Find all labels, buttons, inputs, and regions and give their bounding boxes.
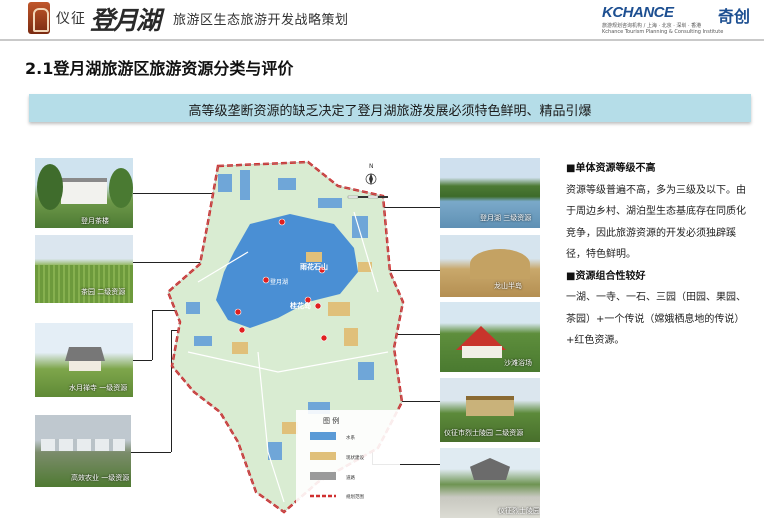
pavilion-shape xyxy=(470,458,510,480)
map-legend: 图 例 水系 现状建设 道路 规划范围 xyxy=(296,410,400,510)
legend-label: 道路 xyxy=(346,474,355,481)
compass-north-label: N xyxy=(369,163,374,170)
resource-map: N 登月湖 雨花石山 桂花岛 图 例 水系 现状建设 道路 规划范围 xyxy=(166,160,405,514)
header-title-brand: 登月湖 xyxy=(90,6,161,35)
map-label-island: 桂花岛 xyxy=(289,301,311,310)
tree-shape xyxy=(109,168,133,208)
greenhouse-shape xyxy=(41,439,125,451)
map-label-lake: 登月湖 xyxy=(270,278,288,286)
temple-roof-shape xyxy=(65,347,105,361)
company-subtitle: 旅游规划咨询机构 / 上海 · 北京 · 深圳 · 香港 xyxy=(602,23,702,29)
tree-shape xyxy=(37,164,63,210)
page-header: 仪征 登月湖 旅游区生态旅游开发战略策划 KCHANCE 奇创 旅游规划咨询机构… xyxy=(0,0,764,41)
company-name: KCHANCE xyxy=(602,4,674,21)
photo-beach-resort: 沙滩浴场 xyxy=(440,302,540,372)
photo-caption: 茶园 二级资源 xyxy=(81,288,126,296)
legend-label: 现状建设 xyxy=(346,454,364,461)
house-wall-shape xyxy=(462,346,502,358)
photo-caption: 登月茶楼 xyxy=(81,217,109,225)
photo-lake: 登月湖 三级资源 xyxy=(440,158,540,228)
analysis-heading-level: ■单体资源等级不高 xyxy=(566,163,656,174)
sand-mound-shape xyxy=(470,249,530,279)
legend-swatch-built xyxy=(310,452,336,460)
photo-caption: 高效农业 一级资源 xyxy=(71,474,130,482)
legend-title: 图 例 xyxy=(323,416,339,425)
photo-temple: 水月禅寺 一级资源 xyxy=(35,323,133,397)
section-title: 2.1登月湖旅游区旅游资源分类与评价 xyxy=(25,59,294,78)
photo-teahouse: 登月茶楼 xyxy=(35,158,133,228)
connector-line xyxy=(152,310,153,360)
analysis-paragraph-combination: 一湖、一寺、一石、三园（田园、果园、茶园）+一个传说（嫦娥栖息地的传说）+红色资… xyxy=(566,292,746,346)
summary-banner: 高等级垄断资源的缺乏决定了登月湖旅游发展必须特色鲜明、精品引爆 xyxy=(29,94,751,122)
photo-caption: 仪征烈士陵园 xyxy=(498,507,540,515)
grass-shape xyxy=(35,265,133,303)
analysis-text-panel: ■单体资源等级不高 资源等级普遍不高，多为三级及以下。由于周边乡村、湖泊型生态基… xyxy=(566,158,751,352)
header-divider xyxy=(0,39,764,41)
photo-farm: 高效农业 一级资源 xyxy=(35,415,131,487)
photo-caption: 登月湖 三级资源 xyxy=(480,214,532,222)
photo-peninsula: 龙山半岛 xyxy=(440,235,540,297)
header-title-suffix: 旅游区生态旅游开发战略策划 xyxy=(173,13,349,28)
header-title-prefix: 仪征 xyxy=(56,11,86,27)
company-name-cn: 奇创 xyxy=(718,7,751,26)
connector-line xyxy=(133,360,152,361)
project-logo-icon xyxy=(28,2,50,34)
gate-shape xyxy=(466,396,514,416)
summary-banner-text: 高等级垄断资源的缺乏决定了登月湖旅游发展必须特色鲜明、精品引爆 xyxy=(188,104,592,119)
photo-memorial: 仪征烈士陵园 xyxy=(440,448,540,518)
company-logo: KCHANCE 奇创 旅游规划咨询机构 / 上海 · 北京 · 深圳 · 香港 … xyxy=(602,4,762,36)
photo-cemetery: 仪征市烈士陵园 二级资源 xyxy=(440,378,540,442)
legend-swatch-water xyxy=(310,432,336,440)
analysis-paragraph-level: 资源等级普遍不高，多为三级及以下。由于周边乡村、湖泊型生态基底存在同质化竞争，因… xyxy=(566,184,746,261)
photo-caption: 龙山半岛 xyxy=(494,282,522,290)
legend-label: 水系 xyxy=(346,434,355,441)
legend-swatch-road xyxy=(310,472,336,480)
photo-caption: 仪征市烈士陵园 二级资源 xyxy=(444,429,524,437)
photo-tea-garden: 茶园 二级资源 xyxy=(35,235,133,303)
building-shape xyxy=(61,178,107,204)
photo-caption: 水月禅寺 一级资源 xyxy=(69,384,128,392)
temple-wall-shape xyxy=(69,361,101,371)
map-scale-bar xyxy=(347,195,388,199)
photo-caption: 沙滩浴场 xyxy=(504,359,532,367)
company-subtitle-en: Kchance Tourism Planning & Consulting In… xyxy=(602,29,724,35)
map-label-mountain: 雨花石山 xyxy=(300,262,328,271)
analysis-heading-combination: ■资源组合性较好 xyxy=(566,270,646,282)
legend-label: 规划范围 xyxy=(346,493,364,500)
map-compass: N xyxy=(365,163,377,185)
